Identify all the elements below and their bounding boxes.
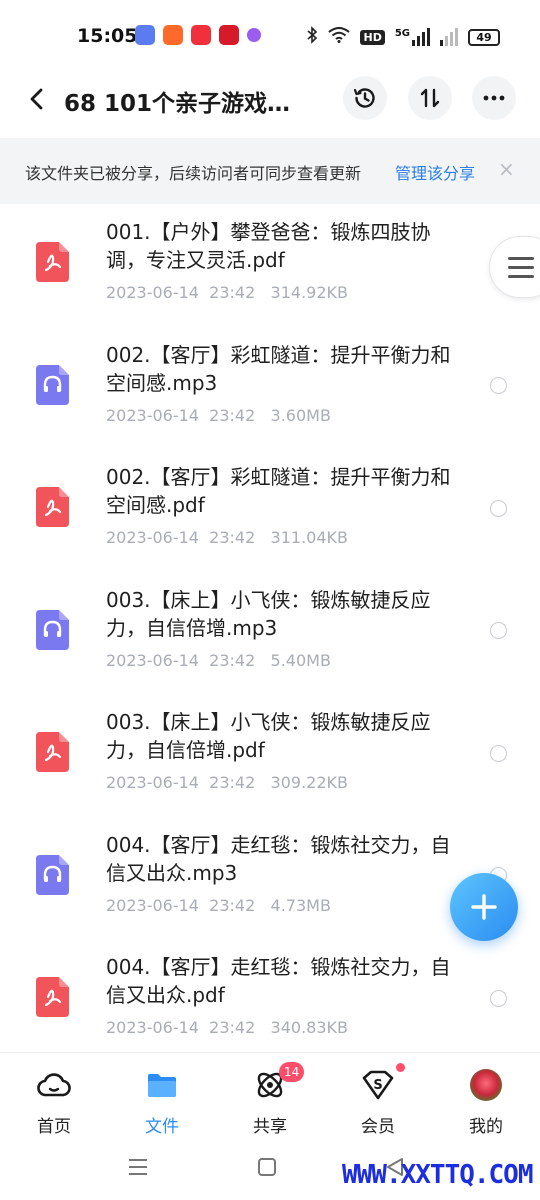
folder-icon: [148, 1074, 176, 1097]
svg-text:S: S: [373, 1078, 382, 1093]
file-name: 002.【客厅】彩虹隧道：提升平衡力和空间感.mp3: [106, 342, 451, 395]
pdf-file-icon: [36, 487, 69, 527]
file-meta: 2023-06-14 23:42 4.73MB: [106, 895, 331, 915]
file-meta: 2023-06-14 23:42 311.04KB: [106, 528, 348, 547]
app-notification-icon: [191, 25, 211, 45]
plus-icon: [471, 894, 497, 920]
bottom-nav: 首页 文件 14 共享 S 会员 我的: [0, 1052, 540, 1142]
file-row[interactable]: 003.【床上】小飞侠：锻炼敏捷反应力，自信倍增.pdf 2023-06-14 2…: [0, 694, 540, 817]
select-radio[interactable]: [490, 377, 507, 394]
bluetooth-icon: [306, 26, 318, 48]
nav-home[interactable]: 首页: [0, 1053, 108, 1143]
nav-home-label: 首页: [37, 1117, 71, 1137]
notification-icons: [135, 25, 261, 45]
pdf-file-icon: [36, 242, 69, 282]
manage-share-link[interactable]: 管理该分享: [395, 160, 475, 184]
select-radio[interactable]: [490, 499, 507, 517]
file-name: 002.【客厅】彩虹隧道：提升平衡力和空间感.pdf: [106, 465, 451, 517]
select-radio[interactable]: [490, 622, 507, 639]
close-icon[interactable]: ×: [498, 157, 515, 181]
app-notification-icon: [219, 25, 239, 45]
sort-button[interactable]: [408, 76, 452, 120]
add-button[interactable]: [450, 873, 518, 941]
share-banner: 该文件夹已被分享，后续访问者可同步查看更新 管理该分享 ×: [0, 138, 540, 204]
file-name: 003.【床上】小飞侠：锻炼敏捷反应力，自信倍增.mp3: [106, 587, 431, 640]
system-icons: HD 5G 49: [306, 26, 500, 48]
file-meta: 2023-06-14 23:42 3.60MB: [106, 405, 331, 425]
app-notification-icon: [135, 25, 155, 45]
more-button[interactable]: [472, 76, 516, 120]
signal-2-icon: [440, 28, 458, 46]
sort-icon: [420, 88, 440, 108]
file-meta: 2023-06-14 23:42 5.40MB: [106, 650, 331, 670]
page-title: 68 101个亲子游戏…: [64, 91, 291, 117]
wifi-icon: [328, 27, 351, 47]
share-badge: 14: [279, 1062, 305, 1082]
header: 68 101个亲子游戏…: [0, 70, 540, 138]
home-square-icon[interactable]: [257, 1157, 277, 1177]
audio-file-icon: [36, 854, 69, 895]
select-radio[interactable]: [490, 989, 507, 1007]
file-list: 001.【户外】攀登爸爸：锻炼四肢协调，专注又灵活.pdf 2023-06-14 …: [0, 204, 540, 1062]
history-button[interactable]: [343, 76, 387, 120]
status-bar: 15:05 HD 5G 49: [0, 0, 540, 70]
file-meta: 2023-06-14 23:42 340.83KB: [106, 1018, 348, 1037]
file-name: 004.【客厅】走红毯：锻炼社交力，自信又出众.pdf: [106, 955, 451, 1007]
nav-vip-label: 会员: [361, 1117, 395, 1137]
vip-dot: [396, 1063, 405, 1072]
file-meta: 2023-06-14 23:42 309.22KB: [106, 773, 348, 792]
nav-mine[interactable]: 我的: [432, 1053, 540, 1143]
audio-file-icon: [36, 609, 69, 650]
app-notification-icon: [247, 28, 261, 42]
app-notification-icon: [163, 25, 183, 45]
nav-share-label: 共享: [253, 1117, 287, 1137]
nav-files[interactable]: 文件: [108, 1053, 216, 1143]
select-radio[interactable]: [490, 744, 507, 762]
audio-file-icon: [36, 364, 69, 405]
vip-shield-icon: S: [362, 1070, 394, 1100]
file-row[interactable]: 004.【客厅】走红毯：锻炼社交力，自信又出众.pdf 2023-06-14 23…: [0, 939, 540, 1062]
battery-icon: 49: [468, 28, 500, 46]
pdf-file-icon: [36, 732, 69, 772]
file-name: 004.【客厅】走红毯：锻炼社交力，自信又出众.mp3: [106, 832, 451, 885]
pdf-file-icon: [36, 977, 69, 1017]
status-time: 15:05: [77, 25, 138, 47]
file-name: 003.【床上】小飞侠：锻炼敏捷反应力，自信倍增.pdf: [106, 710, 431, 762]
avatar: [470, 1069, 502, 1101]
history-icon: [353, 88, 375, 108]
share-banner-text: 该文件夹已被分享，后续访问者可同步查看更新: [25, 164, 362, 183]
file-name: 001.【户外】攀登爸爸：锻炼四肢协调，专注又灵活.pdf: [106, 220, 431, 272]
nav-vip[interactable]: S 会员: [324, 1053, 432, 1143]
more-icon: [483, 95, 505, 101]
file-row[interactable]: 001.【户外】攀登爸爸：锻炼四肢协调，专注又灵活.pdf 2023-06-14 …: [0, 204, 540, 327]
nav-mine-label: 我的: [469, 1117, 503, 1137]
hd-icon: HD: [360, 29, 385, 45]
file-row[interactable]: 002.【客厅】彩虹隧道：提升平衡力和空间感.pdf 2023-06-14 23:…: [0, 449, 540, 572]
signal-icon: 5G: [395, 28, 430, 46]
file-row[interactable]: 003.【床上】小飞侠：锻炼敏捷反应力，自信倍增.mp3 2023-06-14 2…: [0, 572, 540, 695]
cloud-icon: [37, 1073, 71, 1097]
file-row[interactable]: 002.【客厅】彩虹隧道：提升平衡力和空间感.mp3 2023-06-14 23:…: [0, 327, 540, 450]
back-button[interactable]: [22, 84, 52, 114]
network-type: 5G: [394, 28, 410, 39]
menu-icon[interactable]: [128, 1158, 148, 1176]
watermark-text: WWW.XXTTQ.COM: [342, 1160, 533, 1190]
chevron-left-icon: [30, 88, 43, 110]
nav-files-label: 文件: [145, 1117, 179, 1137]
nav-share[interactable]: 14 共享: [216, 1053, 324, 1143]
file-meta: 2023-06-14 23:42 314.92KB: [106, 283, 348, 302]
